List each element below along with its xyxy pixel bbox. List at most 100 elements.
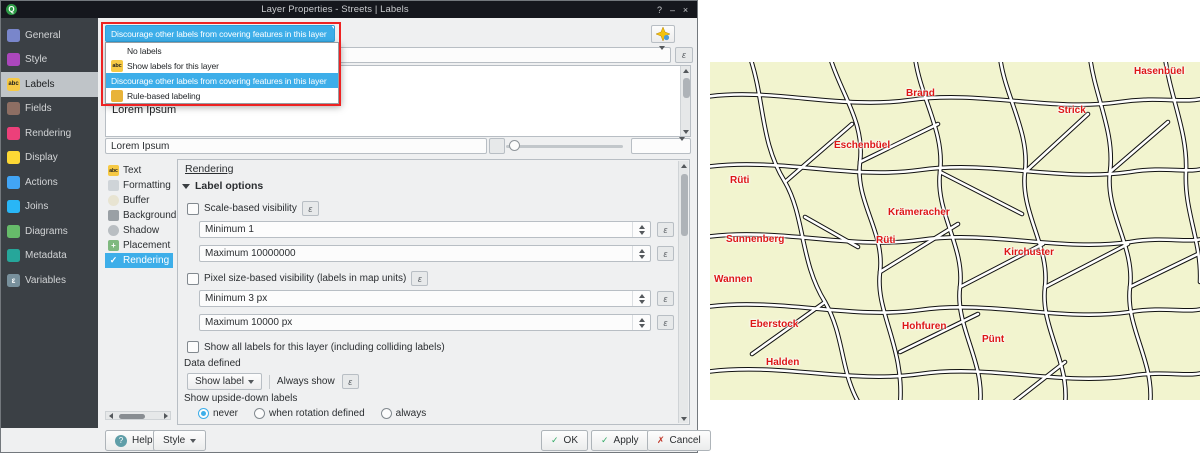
sidebar-item-label: Diagrams [25,226,68,237]
shadow-icon [108,225,119,236]
tab-placement[interactable]: + Placement [105,238,173,253]
preview-background-button[interactable] [489,138,505,154]
spin-arrows[interactable] [632,291,645,306]
maximum-scale-spinbox[interactable]: Maximum 10000000 [199,245,651,262]
font-size-spinbox[interactable] [631,138,691,154]
map-street-label: Kirchuster [1004,247,1054,258]
option-no-labels[interactable]: No labels [106,43,338,58]
sidebar-item-style[interactable]: Style [1,48,98,73]
scroll-up-icon[interactable] [683,66,689,75]
hscroll-thumb[interactable] [119,414,145,419]
window-title: Layer Properties - Streets | Labels [17,4,653,15]
qgis-app-icon: Q [6,4,17,15]
speech-bubble-icon [7,151,20,164]
tab-formatting[interactable]: Formatting [105,178,173,193]
data-defined-button[interactable]: ε [411,271,428,286]
data-defined-button[interactable]: ε [657,222,674,237]
radio-when-rotation-defined[interactable] [254,408,265,419]
data-defined-button[interactable]: ε [302,201,319,216]
window-help-button[interactable]: ? [653,5,666,15]
option-show-labels[interactable]: abc Show labels for this layer [106,58,338,73]
upside-down-radio-group: never when rotation defined always [198,408,426,419]
tab-background[interactable]: Background [105,208,173,223]
labeling-mode-combobox[interactable]: Discourage other labels from covering fe… [105,25,335,42]
radio-always[interactable] [381,408,392,419]
sidebar-item-labels[interactable]: abc Labels [1,72,98,97]
sidebar-item-joins[interactable]: Joins [1,195,98,220]
window-close-button[interactable]: × [679,5,692,15]
label-options-section-header[interactable]: Label options [182,180,263,192]
sidebar-item-general[interactable]: General [1,23,98,48]
sidebar-item-variables[interactable]: ε Variables [1,268,98,293]
sidebar-item-label: Labels [25,79,54,90]
map-street-label: Pünt [982,334,1004,345]
option-rule-based[interactable]: Rule-based labeling [106,88,338,103]
scroll-down-icon[interactable] [683,127,689,136]
titlebar[interactable]: Q Layer Properties - Streets | Labels ? … [1,1,697,18]
spin-arrows[interactable] [632,315,645,330]
data-defined-button[interactable]: ε [342,374,359,389]
panel-vscrollbar[interactable] [678,161,688,423]
map-preview[interactable]: HasenbüelBrandStrickEschenbüelRütiKrämer… [710,62,1200,400]
chevron-down-icon [248,380,254,384]
sidebar-item-diagrams[interactable]: Diagrams [1,219,98,244]
render-icon [7,127,20,140]
sidebar-item-rendering[interactable]: Rendering [1,121,98,146]
scroll-down-icon[interactable] [681,414,687,423]
scale-based-visibility-row: Scale-based visibility ε [187,201,319,216]
minimum-scale-spinbox[interactable]: Minimum 1 [199,221,651,238]
expression-builder-button[interactable]: ε [675,47,693,63]
scroll-up-icon[interactable] [681,161,687,170]
cross-icon: ✗ [657,435,665,446]
show-all-labels-checkbox[interactable] [187,341,199,353]
data-defined-button[interactable]: ε [657,315,674,330]
tab-list-hscrollbar[interactable] [105,411,171,420]
scroll-right-icon[interactable] [161,411,170,420]
cancel-button[interactable]: ✗ Cancel [647,430,711,451]
window-minimize-button[interactable]: – [666,5,679,15]
map-street-label: Brand [906,88,935,99]
map-street-label: Hohfuren [902,321,946,332]
tab-rendering[interactable]: ✓ Rendering [105,253,173,268]
gear-icon [7,176,20,189]
map-street-label: Rüti [876,235,895,246]
show-label-button[interactable]: Show label [187,373,262,390]
rendering-icon: ✓ [108,255,119,266]
chart-icon [7,225,20,238]
show-all-labels-row: Show all labels for this layer (includin… [187,341,445,353]
info-icon [7,249,20,262]
style-button[interactable]: Style [153,430,206,451]
map-street-label: Eberstock [750,319,798,330]
ok-button[interactable]: ✓ OK [541,430,588,451]
spin-arrows[interactable] [632,246,645,261]
map-street-label: Strick [1058,105,1086,116]
data-defined-button[interactable]: ε [657,246,674,261]
apply-button[interactable]: ✓ Apply [591,430,649,451]
radio-never[interactable] [198,408,209,419]
minimum-pixels-spinbox[interactable]: Minimum 3 px [199,290,651,307]
sidebar-item-fields[interactable]: Fields [1,97,98,122]
tab-buffer[interactable]: Buffer [105,193,173,208]
preview-scrollbar[interactable] [680,66,690,136]
preview-text-input[interactable] [105,138,487,154]
pixel-size-visibility-checkbox[interactable] [187,273,199,285]
pixel-size-visibility-row: Pixel size-based visibility (labels in m… [187,271,428,286]
font-size-slider-track[interactable] [506,145,623,148]
data-defined-button[interactable]: ε [657,291,674,306]
labeling-mode-value: Discourage other labels from covering fe… [111,29,327,39]
option-discourage-covering[interactable]: Discourage other labels from covering fe… [106,73,338,88]
sidebar-item-display[interactable]: Display [1,146,98,171]
scale-based-visibility-checkbox[interactable] [187,203,199,215]
sidebar-item-actions[interactable]: Actions [1,170,98,195]
panel-title: Rendering [185,163,233,175]
scroll-left-icon[interactable] [106,411,115,420]
maximum-pixels-spinbox[interactable]: Maximum 10000 px [199,314,651,331]
abc-label-icon: abc [111,60,123,72]
tab-shadow[interactable]: Shadow [105,223,173,238]
sidebar-item-metadata[interactable]: Metadata [1,244,98,269]
font-size-slider-handle[interactable] [509,140,520,151]
chevron-down-icon [675,141,685,152]
tab-text[interactable]: abc Text [105,163,173,178]
spin-arrows[interactable] [632,222,645,237]
auto-placement-settings-button[interactable] [651,25,675,43]
